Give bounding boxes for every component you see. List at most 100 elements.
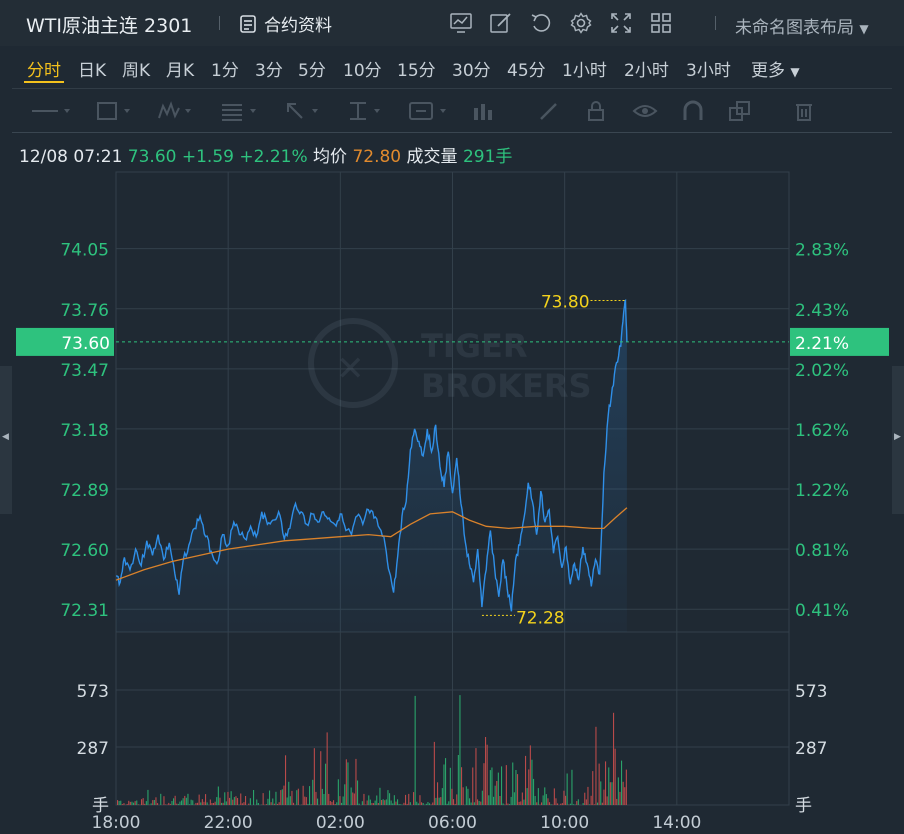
right-panel-toggle[interactable]: ▶ [892,366,904,514]
volume-bar [475,748,477,805]
volume-bar [280,790,282,805]
volume-bar [453,799,455,805]
volume-bar [544,787,546,805]
volume-bar [526,788,528,805]
volume-bar [165,804,167,805]
volume-bar [624,787,626,805]
volume-bar [341,802,343,805]
high-price-label: 73.80 [541,292,590,312]
volume-bar [491,767,493,805]
volume-bar [408,793,410,805]
pct-tick-label: 1.62% [795,421,849,441]
volume-bar [400,804,402,805]
volume-bar [616,798,618,805]
x-tick-label: 02:00 [316,813,365,833]
volume-bar [505,765,507,805]
volume-bar [523,799,525,805]
pct-tick-label: 2.43% [795,301,849,321]
volume-bar [542,795,544,805]
volume-bar [257,803,259,805]
volume-bar [117,800,119,805]
volume-bar [224,792,226,805]
volume-bar [597,802,599,805]
volume-bar [595,726,597,805]
volume-bar [513,792,515,805]
x-tick-label: 06:00 [428,813,477,833]
volume-bar [230,791,232,805]
volume-bar [213,803,215,805]
volume-bar [222,802,224,805]
volume-bar [521,792,523,805]
volume-bar [497,772,499,805]
volume-bar [129,801,131,805]
volume-bar [481,790,483,805]
volume-bar [457,755,459,805]
volume-bar [499,796,501,805]
volume-bar [152,800,154,805]
volume-bar [181,800,183,805]
volume-bar [585,799,587,805]
volume-bar [397,799,399,805]
volume-bar [120,800,122,805]
volume-bar [443,764,445,805]
volume-bar [344,784,346,805]
volume-bar [355,758,357,805]
volume-bar [496,781,498,805]
volume-bar [459,695,461,805]
price-tick-label: 72.60 [60,541,109,561]
volume-bar [160,793,162,805]
volume-bar [237,798,239,805]
volume-bar [177,803,179,805]
volume-bar [214,801,216,805]
volume-bar [454,803,456,805]
volume-bar [539,804,541,805]
intraday-chart[interactable]: ✕ TIGER BROKERS 18:00 22:00 02:00 06:00 10:0… [0,0,904,834]
volume-bar [461,767,463,805]
volume-bar [157,803,159,805]
volume-bar [182,798,184,805]
volume-bar [576,801,578,805]
volume-bar [541,802,543,805]
volume-bar [393,795,395,805]
volume-bar [371,803,373,805]
volume-bar [310,804,312,805]
volume-bar [517,774,519,805]
volume-bar [480,801,482,805]
volume-bar [353,793,355,805]
volume-bar [179,801,181,805]
volume-bar [219,797,221,805]
volume-bar [622,781,624,805]
watermark-text-2: BROKERS [421,367,592,405]
volume-bar [533,778,535,805]
price-tick-label: 73.76 [60,301,109,321]
volume-bar [269,790,271,805]
left-panel-toggle[interactable]: ◀ [0,366,12,514]
volume-bar [203,801,205,805]
volume-bar [405,794,407,805]
volume-bar [155,797,157,805]
volume-bar [382,799,384,805]
volume-bar [278,802,280,805]
volume-bar [590,795,592,805]
volume-bar [485,737,487,805]
volume-bar [166,804,168,805]
volume-bar [486,744,488,805]
volume-bar [547,798,549,805]
volume-bar [376,795,378,805]
volume-bar [549,802,551,805]
volume-bar [373,803,375,805]
volume-bar [589,804,591,805]
volume-bar [249,798,251,805]
volume-tick-label: 287 [77,739,109,759]
x-tick-label: 22:00 [204,813,253,833]
volume-bar [537,788,539,805]
volume-bar [211,803,213,805]
volume-bar [145,801,147,805]
volume-bar [445,758,447,805]
volume-bar [275,791,277,805]
watermark: ✕ TIGER BROKERS [308,318,592,408]
volume-bar [456,794,458,805]
volume-bar [285,755,287,805]
volume-bar [201,799,203,805]
price-area [116,300,627,632]
